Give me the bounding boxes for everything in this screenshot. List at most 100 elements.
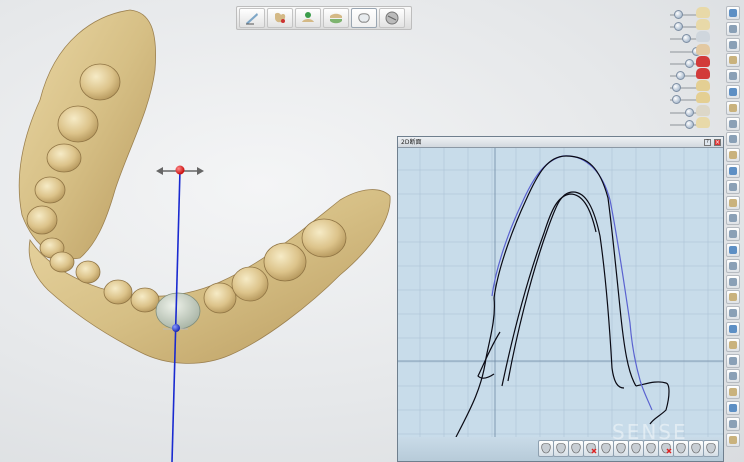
crown-outer-section: [491, 155, 641, 381]
photo-icon: [729, 309, 737, 318]
cap-icon: [729, 56, 737, 65]
slider-knob[interactable]: [673, 22, 683, 32]
tooth-tools-icon[interactable]: [267, 8, 293, 28]
margin-section-left: [455, 297, 495, 437]
color-wheel-icon[interactable]: [726, 401, 740, 415]
slider-knob[interactable]: [684, 58, 694, 68]
tool-glyph: [571, 443, 581, 454]
tooth-icon: [729, 419, 737, 428]
tooth-section-icon[interactable]: [553, 440, 569, 457]
slider-knob[interactable]: [673, 10, 683, 19]
tooth-icon: [729, 340, 737, 349]
section-window-titlebar[interactable]: 2D断面 ? ×: [398, 137, 723, 148]
opacity-slider[interactable]: [664, 116, 714, 130]
bite-icon[interactable]: [726, 369, 740, 384]
warning-icon[interactable]: [726, 274, 740, 289]
slider-knob[interactable]: [682, 34, 691, 44]
opacity-slider[interactable]: [664, 7, 714, 20]
2d-section-window[interactable]: 2D断面 ? ×: [397, 136, 724, 462]
bite-icon: [729, 372, 737, 381]
warning-icon: [729, 277, 737, 286]
scalpel-icon[interactable]: [239, 8, 265, 28]
opacity-slider[interactable]: [664, 92, 714, 105]
copy-icon[interactable]: [726, 132, 740, 147]
crown-icon[interactable]: [351, 8, 377, 28]
tooth-icon[interactable]: [726, 416, 740, 431]
search-tooth-icon: [729, 198, 737, 207]
opacity-slider[interactable]: [664, 104, 714, 118]
texture-sphere-icon[interactable]: [379, 8, 405, 28]
slider-knob[interactable]: [672, 83, 682, 93]
help-button[interactable]: ?: [704, 139, 711, 146]
jaw-upload-icon[interactable]: [295, 8, 321, 28]
layers-icon: [729, 72, 737, 81]
tooth-icon[interactable]: [726, 432, 740, 447]
photo-icon[interactable]: [726, 306, 740, 321]
tooth-swatch-icon: [696, 7, 710, 18]
opacity-slider[interactable]: [664, 55, 714, 69]
crown-restoration[interactable]: [155, 292, 201, 330]
margin-section-left-2: [477, 331, 501, 379]
tool-glyph: [601, 443, 611, 454]
align-icon[interactable]: [726, 353, 740, 368]
slider-knob[interactable]: [672, 95, 682, 105]
section-window-title: 2D断面: [401, 139, 422, 146]
copy-icon: [729, 103, 737, 112]
tooth-icon[interactable]: [726, 258, 740, 273]
slider-knob[interactable]: [676, 71, 686, 80]
move-icon: [729, 40, 737, 49]
zoom-fit-icon: [729, 9, 737, 17]
opacity-slider[interactable]: [664, 68, 714, 81]
expand-icon[interactable]: [726, 21, 740, 36]
tooth-section-icon: [706, 443, 716, 454]
search-tooth-icon[interactable]: [726, 195, 740, 210]
crown-icon[interactable]: [726, 211, 740, 226]
tooth-icon[interactable]: [726, 179, 740, 194]
measure-icon[interactable]: [688, 440, 704, 457]
tooth-icon[interactable]: [726, 385, 740, 400]
tooth-swatch-icon: [696, 80, 710, 92]
tooth-section-icon: [556, 443, 566, 454]
tooth-icon[interactable]: [726, 164, 740, 178]
opacity-slider[interactable]: [664, 43, 714, 57]
slider-knob[interactable]: [684, 107, 694, 117]
tooth-icon[interactable]: [726, 243, 740, 257]
crown-margin-right: [639, 379, 653, 411]
copy-icon[interactable]: [726, 116, 740, 131]
image-icon[interactable]: [726, 290, 740, 305]
zoom-fit-icon[interactable]: [726, 6, 740, 20]
crown-icon: [729, 214, 737, 223]
copy-icon: [729, 135, 737, 144]
close-button[interactable]: ×: [714, 139, 721, 146]
image-icon: [729, 293, 737, 302]
tool-glyph: [631, 443, 641, 454]
tooth-icon: [729, 261, 737, 270]
upper-jaw-model[interactable]: [18, 9, 156, 260]
opacity-slider[interactable]: [664, 19, 714, 32]
axis-handle-bottom: [172, 324, 180, 332]
tooth-section-icon[interactable]: [568, 440, 584, 457]
eraser-icon[interactable]: [538, 440, 554, 457]
expand-icon: [729, 24, 737, 33]
tooth-icon[interactable]: [726, 148, 740, 163]
copy-icon[interactable]: [726, 85, 740, 99]
camera-icon[interactable]: [726, 322, 740, 336]
slider-knob[interactable]: [684, 119, 694, 129]
tooth-icon: [729, 230, 737, 239]
tooth-section-icon[interactable]: [703, 440, 719, 457]
tooth-icon[interactable]: [726, 227, 740, 242]
opacity-slider[interactable]: [664, 80, 714, 93]
section-canvas[interactable]: [398, 148, 723, 437]
tooth-icon: [729, 182, 737, 191]
tooth-icon[interactable]: [726, 337, 740, 352]
opacity-slider[interactable]: [664, 31, 714, 44]
bite-alignment-icon[interactable]: [323, 8, 349, 28]
tool-glyph: [676, 443, 686, 454]
move-icon[interactable]: [726, 37, 740, 52]
delete-section-icon[interactable]: [583, 440, 599, 457]
layers-icon[interactable]: [726, 69, 740, 84]
watermark: SENSE: [612, 420, 688, 444]
cap-icon[interactable]: [726, 53, 740, 68]
copy-icon: [729, 119, 737, 128]
copy-icon[interactable]: [726, 100, 740, 115]
